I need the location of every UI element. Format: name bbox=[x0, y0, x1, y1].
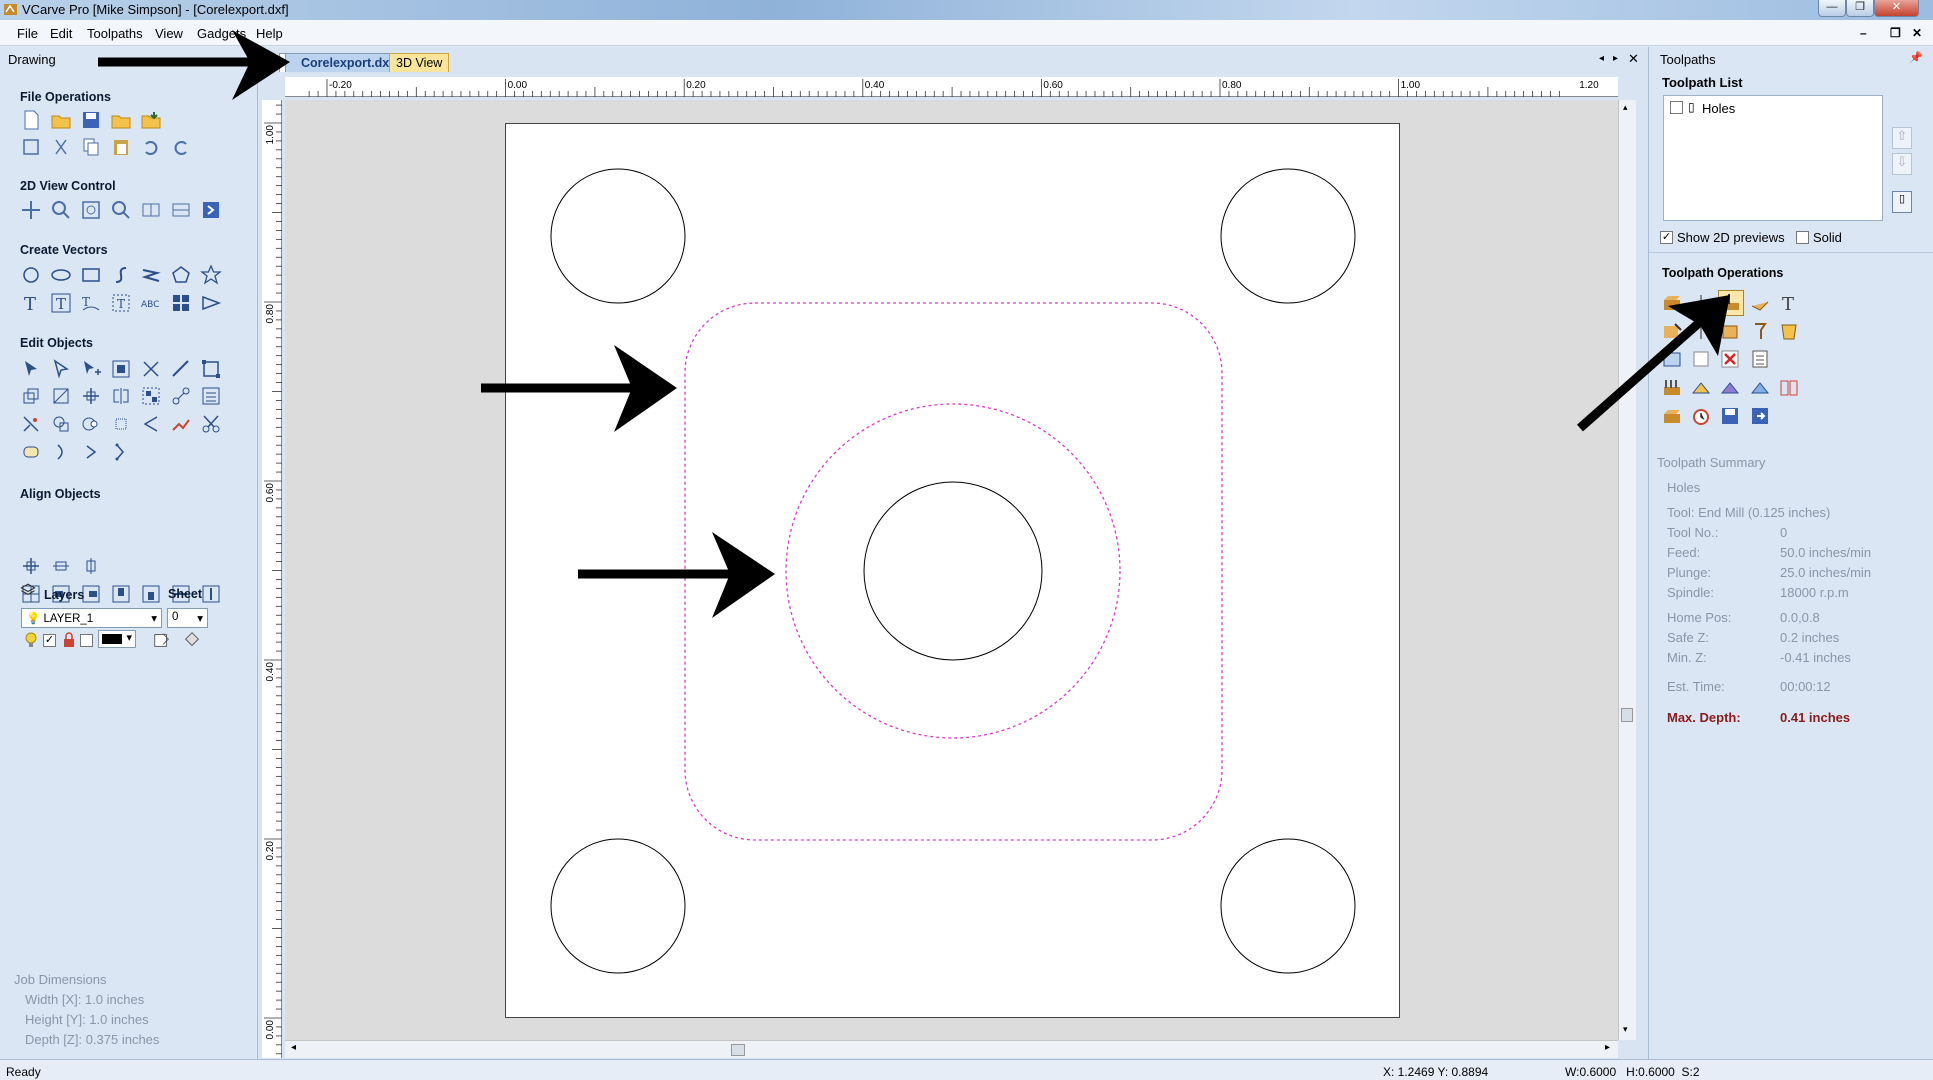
status-coordinates: X: 1.2469 Y: 0.8894 bbox=[1383, 1065, 1489, 1079]
status-selection-size: W:0.6000 H:0.6000 S:2 bbox=[1565, 1065, 1700, 1079]
arrow-to-drilling-icon bbox=[1577, 318, 1703, 432]
status-bar: Ready X: 1.2469 Y: 0.8894 W:0.6000 H:0.6… bbox=[0, 1059, 1933, 1080]
status-ready: Ready bbox=[6, 1065, 41, 1079]
annotation-arrows bbox=[98, 30, 1730, 618]
